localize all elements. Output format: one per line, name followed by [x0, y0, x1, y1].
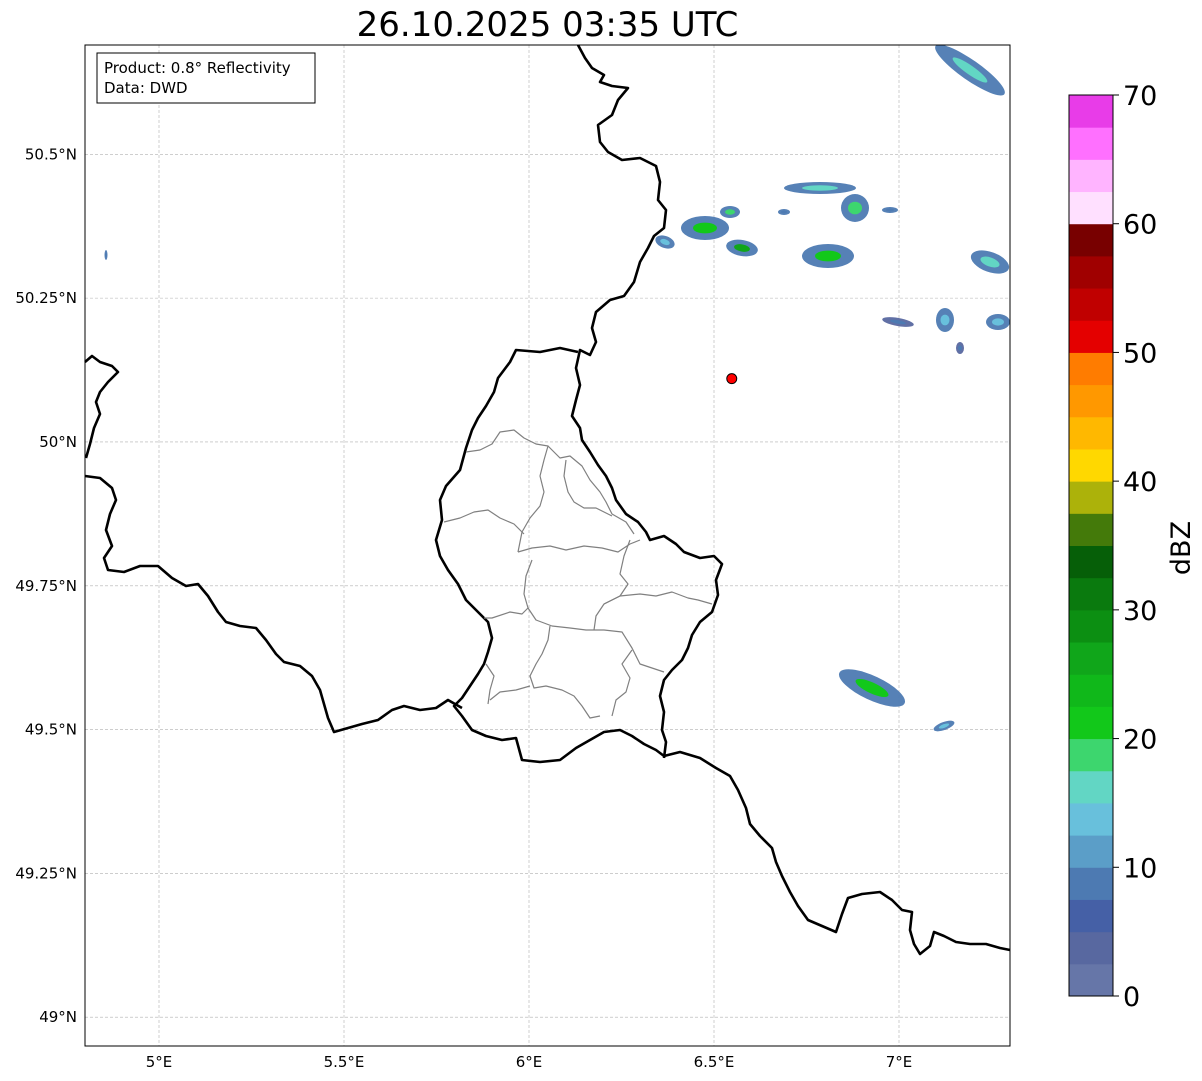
colorbar-band [1069, 867, 1113, 900]
colorbar-bands [1069, 95, 1113, 997]
colorbar-tick-label: 40 [1123, 467, 1157, 498]
colorbar-band [1069, 127, 1113, 160]
colorbar-tick-label: 70 [1123, 81, 1157, 112]
colorbar-band [1069, 513, 1113, 546]
colorbar-band [1069, 448, 1113, 482]
colorbar-band [1069, 288, 1113, 321]
colorbar-band [1069, 320, 1113, 353]
colorbar-band [1069, 577, 1113, 611]
colorbar-ticks: 0 10 20 30 40 50 60 70 [1113, 81, 1157, 1013]
colorbar-band [1069, 931, 1113, 965]
colorbar-band [1069, 963, 1113, 997]
colorbar-band [1069, 899, 1113, 933]
colorbar-band [1069, 384, 1113, 418]
colorbar-band [1069, 835, 1113, 868]
colorbar-tick-label: 50 [1123, 338, 1157, 369]
colorbar-band [1069, 416, 1113, 450]
colorbar-band [1069, 674, 1113, 707]
colorbar-tick-label: 20 [1123, 725, 1157, 756]
colorbar-band [1069, 706, 1113, 740]
colorbar-label: dBZ [1166, 521, 1197, 575]
colorbar-band [1069, 738, 1113, 772]
colorbar-band [1069, 481, 1113, 514]
colorbar-tick-label: 10 [1123, 853, 1157, 884]
colorbar-band [1069, 255, 1113, 289]
colorbar-band [1069, 95, 1113, 128]
colorbar-tick-label: 0 [1123, 982, 1140, 1013]
colorbar-band [1069, 642, 1113, 675]
colorbar: 0 10 20 30 40 50 60 70 dBZ [1068, 81, 1197, 1013]
colorbar-band [1069, 159, 1113, 193]
colorbar-band [1069, 191, 1113, 225]
colorbar-band [1069, 770, 1113, 804]
colorbar-tick-label: 60 [1123, 210, 1157, 241]
colorbar-band [1069, 223, 1113, 257]
colorbar-band [1069, 609, 1113, 643]
colorbar-band [1069, 802, 1113, 836]
colorbar-band [1069, 545, 1113, 579]
colorbar-band [1069, 352, 1113, 386]
colorbar-tick-label: 30 [1123, 596, 1157, 627]
